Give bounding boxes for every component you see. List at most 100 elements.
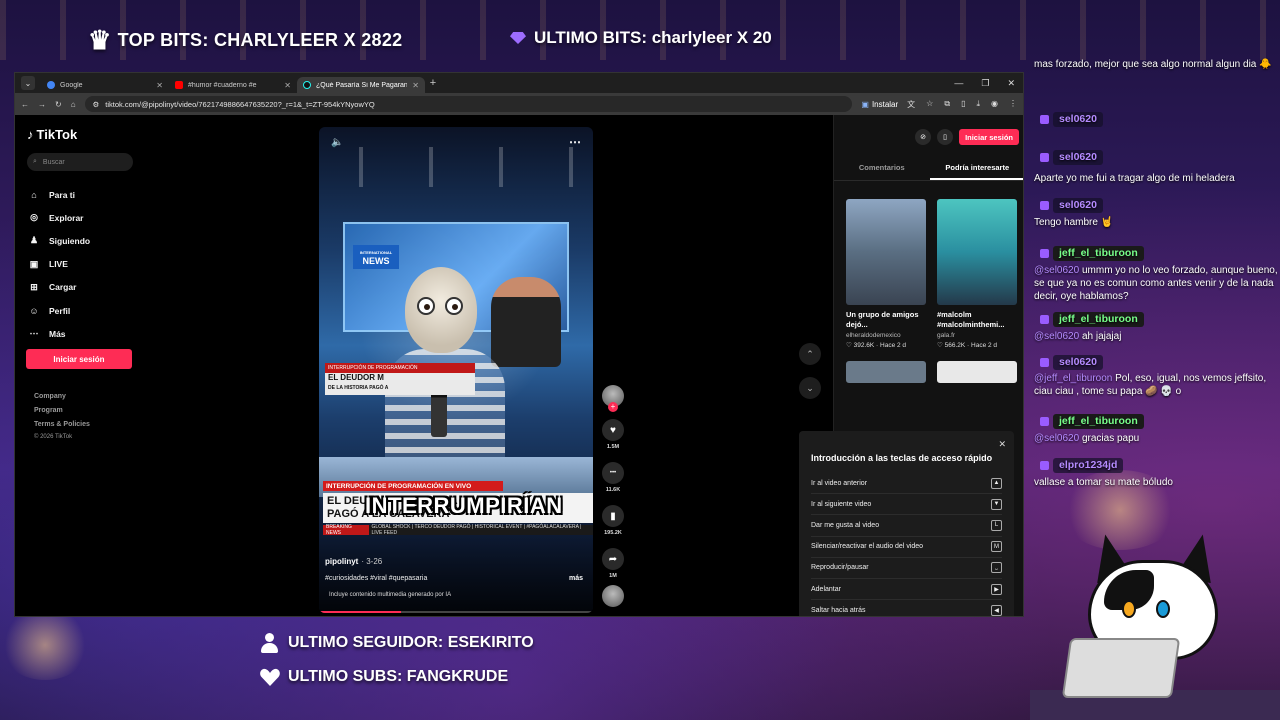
tab-search-button[interactable]: ⌄: [21, 76, 35, 90]
sidebar-item-siguiendo[interactable]: ♟ Siguiendo: [29, 229, 90, 252]
translate-icon[interactable]: 文: [907, 99, 915, 110]
chat-username[interactable]: sel0620: [1053, 355, 1103, 370]
previous-video-button[interactable]: ⌃: [799, 343, 821, 365]
chat-username[interactable]: sel0620: [1053, 150, 1103, 165]
back-icon[interactable]: ←: [21, 100, 29, 109]
follow-plus-icon[interactable]: +: [608, 402, 618, 412]
search-placeholder: Buscar: [42, 158, 65, 166]
follower-icon: [260, 633, 280, 653]
card-source[interactable]: gala.fr: [937, 332, 1017, 339]
bookmark-star-icon[interactable]: ☆: [926, 99, 933, 110]
chat-message-text: gracias papu: [1079, 433, 1140, 444]
chat-username[interactable]: sel0620: [1053, 112, 1103, 127]
sidebar-item-label: Para ti: [49, 189, 75, 200]
header-login-button[interactable]: Iniciar sesión: [959, 129, 1019, 145]
search-input[interactable]: ⌕ Buscar: [27, 153, 133, 171]
cat-eye: [1156, 600, 1170, 618]
minimize-icon[interactable]: —: [954, 78, 963, 89]
action-rail: + ♥ 1.5M ••• 11.6K ▮ 195.2K ➦ 1M: [601, 385, 625, 607]
forward-icon[interactable]: →: [38, 100, 46, 109]
skeleton-eye: [417, 297, 435, 315]
sidebar-item-más[interactable]: ⋯ Más: [29, 322, 90, 345]
footer-link-terms[interactable]: Terms & Policies: [34, 418, 90, 432]
shortcut-label: Silenciar/reactivar el audio del video: [811, 543, 924, 551]
suggested-thumbnail[interactable]: [937, 199, 1017, 305]
coin-icon[interactable]: ⊘: [915, 129, 932, 145]
volume-icon[interactable]: 🔈: [331, 137, 343, 148]
close-window-icon[interactable]: ✕: [1007, 78, 1015, 89]
sound-disc-avatar[interactable]: [602, 585, 624, 607]
sub-badge-icon: [1040, 460, 1049, 470]
sidebar-item-label: Perfil: [49, 305, 71, 316]
sub-badge-icon: [1040, 248, 1049, 258]
video-player[interactable]: INTERNATIONAL NEWS INTERRUPCIÓN DE PROGRA…: [319, 127, 593, 613]
install-app-button[interactable]: ▣ Instalar: [861, 100, 898, 109]
more-options-icon[interactable]: ⋯: [569, 135, 581, 149]
download-icon[interactable]: ⤓: [976, 99, 980, 110]
crown-icon: ♛: [88, 25, 112, 55]
card-source[interactable]: elheraldodemexico: [846, 332, 926, 339]
sidebar-item-para-ti[interactable]: ⌂ Para ti: [29, 183, 90, 206]
url-field[interactable]: ⚙ tiktok.com/@pipolinyt/video/7621749886…: [84, 96, 853, 112]
close-tab-icon[interactable]: ✕: [156, 81, 163, 90]
suggested-thumbnail[interactable]: [846, 199, 926, 305]
tiktok-favicon-icon: [303, 81, 311, 89]
shortcut-key: ▼: [991, 498, 1002, 510]
suggested-card[interactable]: #malcolm #malcolminthemi... gala.fr ♡ 56…: [937, 199, 1017, 383]
sidebar-icon[interactable]: ▯: [961, 99, 965, 110]
video-progress-bar[interactable]: [319, 611, 593, 613]
close-tab-icon[interactable]: ✕: [412, 81, 419, 90]
chat-message: Aparte yo me fui a tragar algo de mi hel…: [1034, 172, 1278, 185]
tab-comentarios[interactable]: Comentarios: [834, 163, 930, 180]
sidebar-item-label: Cargar: [49, 282, 77, 293]
next-video-button[interactable]: ⌄: [799, 377, 821, 399]
more-description-button[interactable]: más: [569, 575, 583, 582]
new-tab-button[interactable]: +: [425, 77, 441, 89]
shortcut-row: Adelantar ▶: [811, 579, 1002, 601]
tab-tiktok[interactable]: ¿Qué Pasaría Si Me Pagaran ✕: [297, 77, 425, 93]
sidebar-item-live[interactable]: ▣ LIVE: [29, 253, 90, 276]
ai-content-label: Incluye contenido multimedia generado po…: [329, 592, 452, 598]
home-icon[interactable]: ⌂: [71, 100, 76, 109]
suggested-card[interactable]: Un grupo de amigos dejó... elheraldodeme…: [846, 199, 926, 383]
sidebar-login-button[interactable]: Iniciar sesión: [26, 349, 132, 369]
creator-avatar[interactable]: +: [602, 385, 624, 412]
user-follow-icon: ♟: [29, 235, 39, 246]
sidebar-item-explorar[interactable]: ◎ Explorar: [29, 206, 90, 229]
account-icon[interactable]: ◉: [991, 99, 998, 110]
tab-youtube[interactable]: #humor #cuaderno #e ✕: [169, 77, 297, 93]
tiktok-logo[interactable]: ♪ TikTok: [27, 127, 77, 142]
chat-username[interactable]: jeff_el_tiburoon: [1053, 312, 1144, 327]
reload-icon[interactable]: ↻: [55, 100, 62, 109]
chat-message: @sel0620 ummm yo no lo veo forzado, aunq…: [1034, 264, 1278, 303]
sidebar-item-perfil[interactable]: ☺ Perfil: [29, 299, 90, 322]
footer-link-program[interactable]: Program: [34, 404, 90, 418]
suggested-thumbnail[interactable]: [846, 361, 926, 383]
share-icon[interactable]: ➦: [602, 548, 624, 570]
skeleton-head: [405, 267, 477, 353]
menu-icon[interactable]: ⋮: [1009, 99, 1017, 110]
chat-username[interactable]: jeff_el_tiburoon: [1053, 414, 1144, 429]
suggested-thumbnail[interactable]: [937, 361, 1017, 383]
comment-icon[interactable]: •••: [602, 462, 624, 484]
footer-link-company[interactable]: Company: [34, 390, 90, 404]
close-icon[interactable]: ✕: [998, 439, 1006, 450]
device-icon[interactable]: ▯: [937, 129, 954, 145]
heart-icon[interactable]: ♥: [602, 419, 624, 441]
extensions-icon[interactable]: ⧉: [944, 99, 950, 110]
maximize-icon[interactable]: ❐: [981, 78, 989, 89]
chat-username[interactable]: elpro1234jd: [1053, 458, 1124, 473]
close-tab-icon[interactable]: ✕: [284, 81, 291, 90]
chat-username[interactable]: sel0620: [1053, 198, 1103, 213]
chat-username[interactable]: jeff_el_tiburoon: [1053, 246, 1144, 261]
bookmark-icon[interactable]: ▮: [602, 505, 624, 527]
tab-podria-interesarte[interactable]: Podría interesarte: [929, 163, 1023, 180]
chat-mention: @sel0620: [1034, 265, 1080, 276]
site-info-icon[interactable]: ⚙: [93, 100, 100, 109]
tab-google[interactable]: Google ✕: [41, 77, 169, 93]
video-hashtags[interactable]: #curiosidades #viral #quepasaria: [325, 575, 427, 582]
sidebar-item-cargar[interactable]: ⊞ Cargar: [29, 276, 90, 299]
browser-window: ⌄ Google ✕ #humor #cuaderno #e ✕ ¿Qué Pa…: [14, 72, 1024, 617]
video-author[interactable]: pipolinyt · 3-26: [325, 557, 382, 566]
search-icon: ⌕: [33, 158, 37, 165]
